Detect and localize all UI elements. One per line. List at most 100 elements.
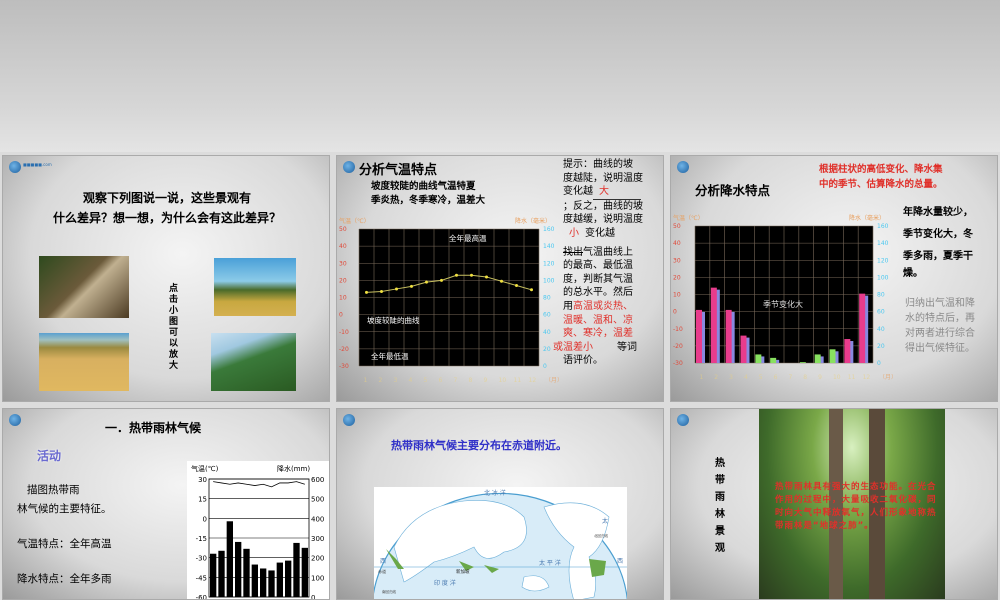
y-tick-label: -45 <box>196 574 207 582</box>
savanna-photo[interactable] <box>214 258 296 316</box>
para-line: 的总水平。然后 <box>563 287 633 299</box>
x-tick-label: 4 <box>744 374 748 381</box>
temperature-point <box>500 279 503 283</box>
y-tick-label: 30 <box>673 257 681 264</box>
precip-bar <box>696 309 702 363</box>
x-axis-label: （月） <box>879 374 897 381</box>
slide-thumbnail-6[interactable]: 热带雨林景观 热带雨林具有强大的生态功能。在光合作用的过程中，大量吸收二氧化碳，… <box>670 408 998 600</box>
instruction-line-1: 根据柱状的高低变化、降水集 <box>819 164 943 175</box>
slide-title: 热带雨林气候主要分布在赤道附近。 <box>391 439 567 452</box>
precip-bar <box>859 293 866 363</box>
world-map[interactable]: 北 冰 洋 太 平 洋 印 度 洋 赤道 西 西 新加坡 北回归线 南回归线 太 <box>374 487 627 600</box>
temperature-point <box>515 284 518 288</box>
y2-tick-label: 120 <box>543 260 555 267</box>
hint-line: 度越陡，说明温度 <box>563 172 643 184</box>
y2-tick-label: 40 <box>877 326 885 333</box>
y-tick-label: 30 <box>339 260 347 267</box>
blank-answer-1: 大 <box>593 185 641 200</box>
y2-tick-label: 100 <box>877 274 889 281</box>
map-label-tropic-south: 南回归线 <box>382 589 396 594</box>
x-tick-label: 8 <box>469 377 473 384</box>
map-label-indian: 印 度 洋 <box>434 579 456 587</box>
temperature-feature: 气温特点：全年高温 <box>17 538 112 550</box>
hint-line: 提示：曲线的坡 <box>563 159 633 170</box>
logo-icon <box>677 414 721 426</box>
y-tick-label: 50 <box>339 226 347 233</box>
x-tick-label: 9 <box>484 377 488 384</box>
x-tick-label: 12 <box>529 377 537 384</box>
hint-text: 提示：曲线的坡 度越陡，说明温度 变化越大 ；反之，曲线的坡 度越缓，说明温度 … <box>553 158 663 368</box>
y-tick-label: 20 <box>339 277 347 284</box>
x-tick-label: 6 <box>439 377 443 384</box>
desert-photo[interactable] <box>39 333 129 391</box>
y2-tick-label: 40 <box>543 329 551 336</box>
temperature-point <box>485 275 488 279</box>
title-line-2: 什么差异？想一想，为什么会有这此差异？ <box>52 211 281 225</box>
slide-thumbnail-2[interactable]: 分析气温特点 坡度较陡的曲线气温特夏 季炎热，冬季寒冷，温差大 气温（℃） 降水（… <box>336 155 664 402</box>
precip-bar <box>770 357 777 363</box>
y-tick-label: 40 <box>339 243 347 250</box>
precip-bar <box>710 287 717 363</box>
hint-line: 变化越大 <box>563 185 663 200</box>
slide-thumbnail-1[interactable]: ■■■■■.com 观察下列图说一说，这些景观有 什么差异？想一想，为什么会有这… <box>2 155 330 402</box>
slide-thumbnail-3[interactable]: 分析降水特点 根据柱状的高低变化、降水集 中的季节、估算降水的总量。 气温（℃）… <box>670 155 998 402</box>
precip-bar <box>799 362 806 363</box>
activity-label: 活动 <box>37 449 62 463</box>
temperature-point <box>395 287 398 291</box>
slide-thumbnail-4[interactable]: 一．热带雨林气候 活动 描图热带雨 林气候的主要特征。 气温特点：全年高温 降水… <box>2 408 330 600</box>
red-line: 爽、寒冷，温差 <box>563 328 633 340</box>
y2-tick-label: 0 <box>877 360 881 367</box>
y-tick-label: 40 <box>673 240 681 247</box>
x-tick-label: 4 <box>409 377 413 384</box>
y-tick-label: -20 <box>339 346 349 353</box>
y2-tick-label: 300 <box>311 535 324 543</box>
slide-sorter-top-area <box>0 0 1000 152</box>
slide-title: 分析气温特点 <box>359 163 438 178</box>
summary-line: 归纳出气温和降 <box>905 298 975 309</box>
x-tick-label: 5 <box>424 377 428 384</box>
find-text: 找出 <box>563 246 583 258</box>
map-label-tai: 太 <box>602 517 608 525</box>
temperature-point <box>380 290 383 294</box>
result-line: 季多雨，夏季干 <box>903 251 973 262</box>
label-steep-curve: 坡度较陡的曲线 <box>367 315 420 325</box>
precip-bar <box>844 339 851 363</box>
x-tick-label: 10 <box>833 374 841 381</box>
y2-tick-label: 160 <box>877 223 889 230</box>
y2-tick-label: 140 <box>877 240 889 247</box>
x-tick-label: 5 <box>759 374 763 381</box>
y-axis-label: 气温（℃） <box>673 214 704 222</box>
precip-bar <box>276 562 283 597</box>
hint-text-part: 变化越 <box>563 186 593 198</box>
map-label-west: 西 <box>380 558 386 565</box>
y-tick-label: 0 <box>203 515 207 523</box>
blank-answer-2: 小 <box>569 227 579 239</box>
x-tick-label: 9 <box>818 374 822 381</box>
y-tick-label: 10 <box>339 295 347 302</box>
y2-tick-label: 120 <box>877 257 889 264</box>
title-line-1: 观察下列图说一说，这些景观有 <box>82 191 251 205</box>
y2-tick-label: 20 <box>877 343 885 350</box>
precip-bar <box>260 568 267 597</box>
precip-bar <box>814 354 821 363</box>
y2-tick-label: 140 <box>543 243 555 250</box>
slide-thumbnail-5[interactable]: 热带雨林气候主要分布在赤道附近。 北 冰 洋 太 平 洋 印 度 洋 赤道 西 … <box>336 408 664 600</box>
x-tick-label: 11 <box>848 374 856 381</box>
slide-subtitle: 坡度较陡的曲线气温特夏 季炎热，冬季寒冷，温差大 <box>371 180 485 208</box>
x-tick-label: 3 <box>729 374 733 381</box>
y-tick-label: -60 <box>196 594 207 600</box>
overlay-text: 热带雨林具有强大的生态功能。在光合作用的过程中，大量吸收二氧化碳，同时向大气中释… <box>775 482 937 531</box>
rainforest-tree-photo[interactable] <box>39 256 129 318</box>
red-text: 高温或炎热、 <box>573 300 633 312</box>
result-line: 燥。 <box>903 268 923 279</box>
hint-line: 度越缓，说明温度 <box>563 214 643 226</box>
slide-title: 一．热带雨林气候 <box>105 421 202 435</box>
y2-tick-label: 100 <box>543 277 555 284</box>
hint-line: ；反之，曲线的坡 <box>563 200 643 212</box>
subtitle-line-2: 季炎热，冬季寒冷，温差大 <box>371 195 486 206</box>
x-tick-label: 8 <box>803 374 807 381</box>
forest-photo[interactable] <box>211 333 296 391</box>
y2-tick-label: 0 <box>543 363 547 370</box>
x-tick-label: 2 <box>379 377 383 384</box>
x-tick-label: 1 <box>699 374 703 381</box>
